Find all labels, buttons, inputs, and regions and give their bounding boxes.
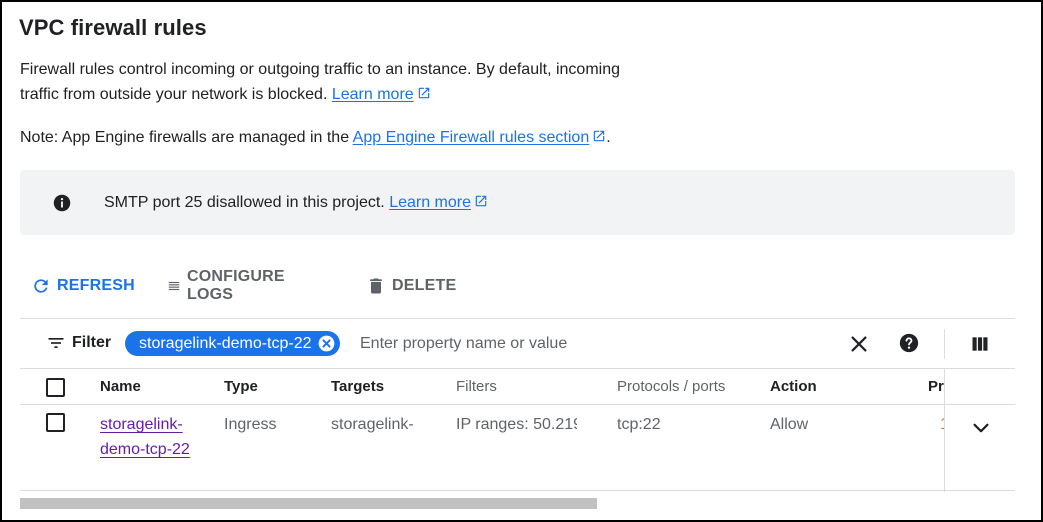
- app-engine-note: Note: App Engine firewalls are managed i…: [20, 129, 611, 146]
- app-window: VPC firewall rules Firewall rules contro…: [0, 0, 1043, 522]
- firewall-rules-table: Name Type Targets Filters Protocols / po…: [20, 368, 1015, 492]
- page-description: Firewall rules control incoming or outgo…: [20, 57, 660, 107]
- learn-more-link[interactable]: Learn more: [332, 86, 431, 103]
- rule-targets: storagelink-: [331, 416, 414, 433]
- description-text: Firewall rules control incoming or outgo…: [20, 61, 621, 103]
- list-icon: [168, 281, 180, 291]
- rule-name-link[interactable]: storagelink-demo-tcp-22: [100, 412, 192, 462]
- refresh-button[interactable]: REFRESH: [31, 270, 135, 302]
- column-header-priority[interactable]: Pri: [928, 378, 944, 395]
- configure-logs-button[interactable]: CONFIGURE LOGS: [167, 268, 291, 303]
- filter-icon: [48, 338, 64, 348]
- info-icon: [53, 194, 71, 212]
- help-icon[interactable]: [899, 333, 919, 353]
- external-link-icon: [593, 130, 605, 142]
- app-engine-firewall-link[interactable]: App Engine Firewall rules section: [353, 129, 607, 146]
- trash-icon: [370, 278, 382, 294]
- rule-protocols: tcp:22: [617, 416, 661, 433]
- filter-chip[interactable]: storagelink-demo-tcp-22: [125, 331, 340, 356]
- select-all-checkbox[interactable]: [46, 378, 65, 397]
- close-icon[interactable]: [848, 333, 870, 355]
- banner-learn-more-link[interactable]: Learn more: [389, 194, 488, 211]
- remove-chip-icon[interactable]: [316, 333, 337, 354]
- filter-input[interactable]: [360, 331, 800, 356]
- rule-type: Ingress: [224, 416, 277, 433]
- refresh-icon: [34, 279, 48, 293]
- external-link-icon: [475, 195, 487, 207]
- rule-action: Allow: [770, 416, 809, 433]
- filter-bar: Filter storagelink-demo-tcp-22: [20, 318, 1015, 368]
- rule-filters: IP ranges: 50.219: [456, 416, 577, 433]
- external-link-icon: [418, 87, 429, 99]
- toolbar-divider: [944, 329, 945, 359]
- column-header-action[interactable]: Action: [770, 378, 817, 395]
- column-header-filters[interactable]: Filters: [456, 378, 497, 395]
- banner-text: SMTP port 25 disallowed in this project.…: [104, 190, 488, 215]
- page-title: VPC firewall rules: [19, 15, 207, 40]
- column-header-protocols[interactable]: Protocols / ports: [617, 378, 725, 395]
- delete-button[interactable]: DELETE: [366, 270, 456, 302]
- table-row: storagelink-demo-tcp-22 Ingress storagel…: [20, 405, 1015, 491]
- column-display-icon[interactable]: [970, 334, 990, 354]
- column-header-targets[interactable]: Targets: [331, 378, 384, 395]
- sticky-column-divider: [944, 368, 945, 492]
- column-header-name[interactable]: Name: [100, 378, 141, 395]
- smtp-info-banner: SMTP port 25 disallowed in this project.…: [20, 170, 1015, 235]
- chevron-down-icon[interactable]: [970, 417, 992, 439]
- table-header: Name Type Targets Filters Protocols / po…: [20, 368, 1015, 405]
- horizontal-scrollbar[interactable]: [20, 498, 597, 509]
- column-header-type[interactable]: Type: [224, 378, 258, 395]
- filter-button[interactable]: Filter: [46, 333, 111, 353]
- row-checkbox[interactable]: [46, 413, 65, 432]
